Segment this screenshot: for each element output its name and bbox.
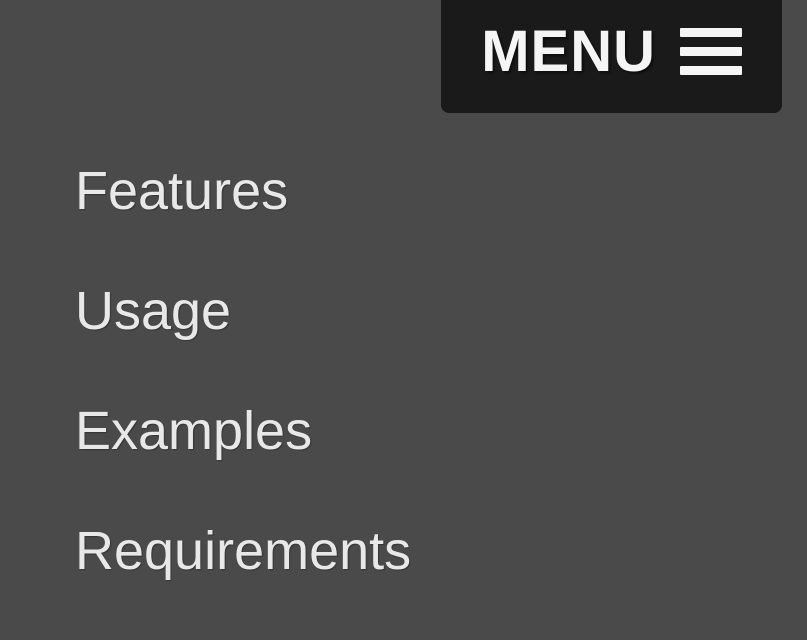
nav-item-label: Features xyxy=(75,161,288,221)
hamburger-icon xyxy=(680,28,742,75)
nav-item-label: Usage xyxy=(75,281,231,341)
nav-item-label: Examples xyxy=(75,401,312,461)
nav-item-requirements[interactable]: Requirements xyxy=(75,520,411,582)
nav-item-examples[interactable]: Examples xyxy=(75,400,411,462)
nav-item-features[interactable]: Features xyxy=(75,160,411,222)
menu-label: MENU xyxy=(481,18,656,85)
nav-item-usage[interactable]: Usage xyxy=(75,280,411,342)
menu-toggle-button[interactable]: MENU xyxy=(441,0,782,113)
nav-list: Features Usage Examples Requirements xyxy=(75,160,411,640)
nav-item-label: Requirements xyxy=(75,521,411,581)
